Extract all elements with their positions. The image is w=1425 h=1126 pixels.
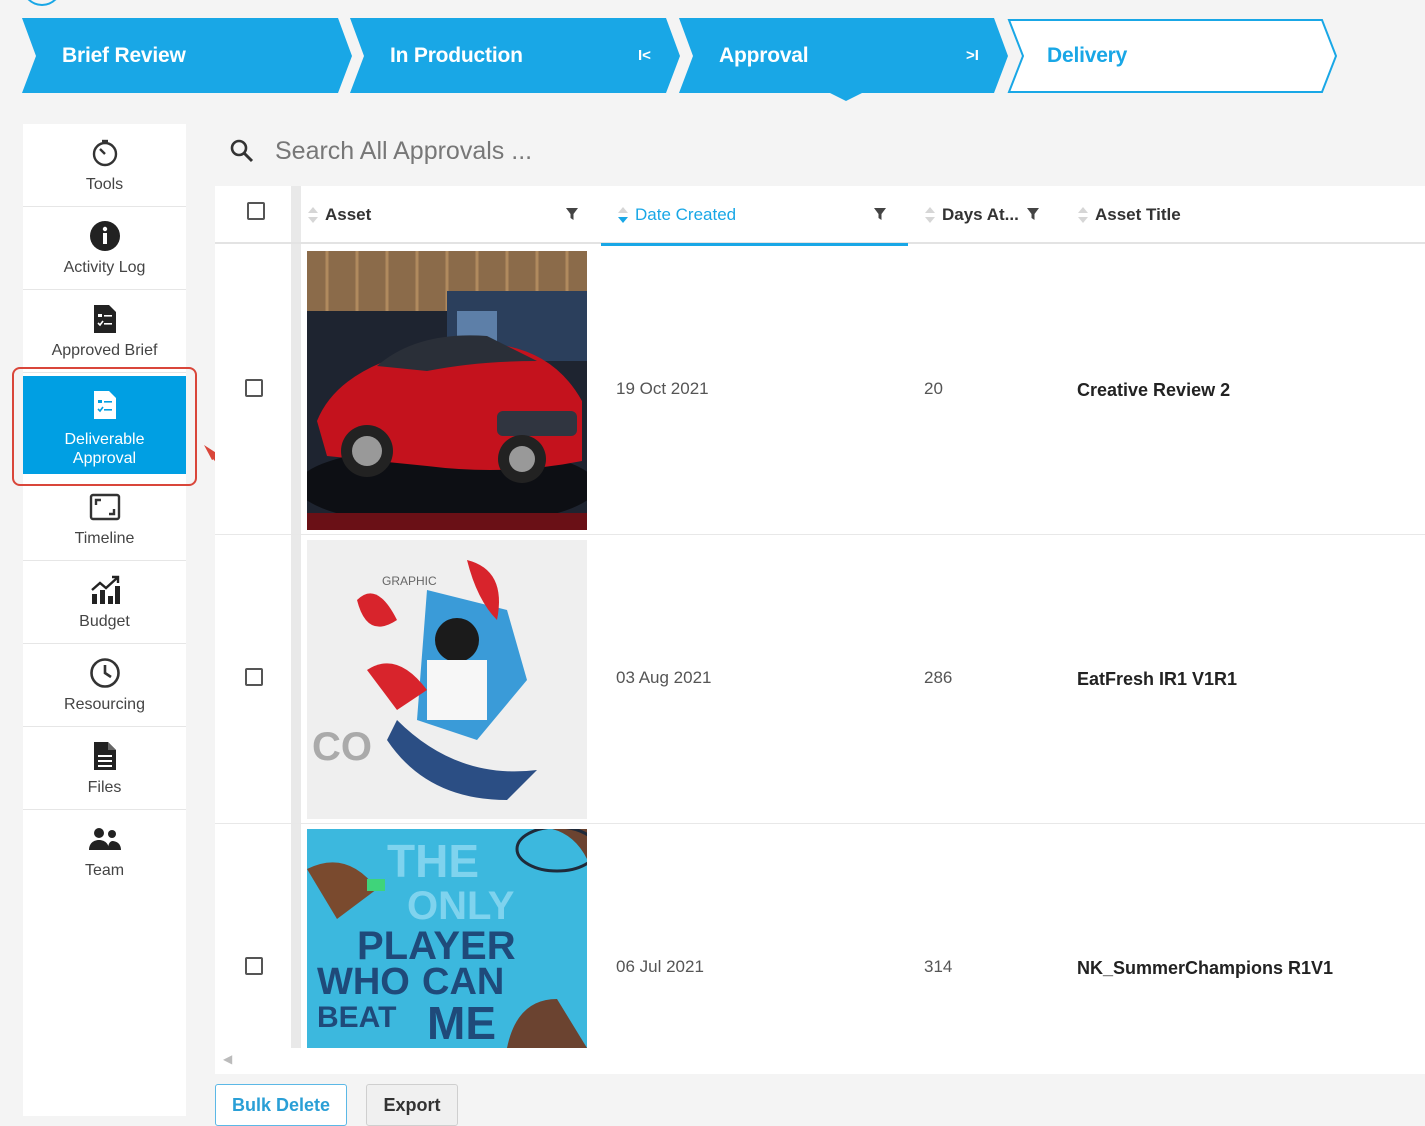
asset-thumbnail[interactable]: THE ONLY PLAYER WHO CAN BEAT ME [307,829,587,1048]
svg-text:WHO: WHO [317,961,410,1003]
table-row[interactable]: 19 Oct 2021 20 Creative Review 2 [215,246,1425,535]
file-icon [23,739,186,773]
frame-icon [23,490,186,524]
search-input[interactable] [275,134,775,168]
sort-icon [308,207,318,223]
sidebar-item-label: Budget [79,613,130,630]
column-days-at[interactable]: Days At... [924,186,1019,244]
filter-icon[interactable] [873,206,887,222]
sidebar-item-team[interactable]: Team [23,810,186,893]
asset-title-cell[interactable]: EatFresh IR1 V1R1 [1077,669,1237,690]
sidebar-item-label: Approved Brief [51,342,158,359]
days-at-cell: 286 [924,668,953,687]
export-button[interactable]: Export [366,1084,458,1126]
sidebar-item-label: Resourcing [64,696,145,713]
stage-in-production[interactable]: In Production [390,44,523,68]
select-all-checkbox[interactable] [247,202,265,220]
column-label: Days At... [942,205,1019,224]
sidebar-item-timeline[interactable]: Timeline [23,478,186,561]
red-car-photo [307,251,587,530]
graphic-poster: GRAPHIC CO [307,540,587,819]
sidebar-item-resourcing[interactable]: Resourcing [23,644,186,727]
stage-arrows [22,18,1338,101]
sidebar-item-label: Tools [85,176,124,193]
sort-desc-icon [618,207,628,223]
svg-text:GRAPHIC: GRAPHIC [382,574,437,588]
table-row[interactable]: GRAPHIC CO 03 Aug 2021 286 EatFresh IR1 … [215,535,1425,824]
sidebar-item-label: Timeline [74,530,135,547]
column-asset-title[interactable]: Asset Title [1077,186,1181,244]
stage-approval[interactable]: Approval [719,44,809,68]
column-label: Date Created [635,205,737,224]
sidebar-item-activity-log[interactable]: Activity Log [23,207,186,290]
checklist-document-icon [23,302,186,336]
bulk-delete-button[interactable]: Bulk Delete [215,1084,347,1126]
sidebar-item-label: Activity Log [63,259,146,276]
sidebar-item-approved-brief[interactable]: Approved Brief [23,290,186,373]
search-bar [225,132,825,172]
date-created-cell: 19 Oct 2021 [616,379,709,398]
sort-icon [1078,207,1088,223]
column-date-created[interactable]: Date Created [601,186,908,246]
timer-icon [23,136,186,170]
tennis-poster: THE ONLY PLAYER WHO CAN BEAT ME [307,829,587,1048]
bar-chart-icon [23,573,186,607]
annotation-highlight-box [12,367,197,486]
search-icon[interactable] [229,138,255,169]
filter-icon[interactable] [1026,206,1040,222]
svg-text:CO: CO [312,725,372,769]
sidebar-item-files[interactable]: Files [23,727,186,810]
asset-title-cell[interactable]: NK_SummerChampions R1V1 [1077,958,1333,979]
table-row[interactable]: THE ONLY PLAYER WHO CAN BEAT ME 06 Jul 2… [215,824,1425,1052]
row-checkbox[interactable] [245,957,263,975]
svg-text:THE: THE [387,835,479,887]
asset-thumbnail[interactable]: GRAPHIC CO [307,540,587,819]
people-icon [23,822,186,856]
row-checkbox[interactable] [245,668,263,686]
date-created-cell: 03 Aug 2021 [616,668,712,687]
row-checkbox[interactable] [245,379,263,397]
asset-title-cell[interactable]: Creative Review 2 [1077,380,1230,401]
filter-icon[interactable] [565,206,579,222]
asset-thumbnail[interactable] [307,251,587,530]
approvals-table: Asset Date Created Days At... Asset Titl… [215,186,1425,1074]
column-label: Asset Title [1095,205,1181,224]
sidebar-item-label: Files [87,779,122,796]
svg-text:BEAT: BEAT [317,1001,396,1034]
info-icon [23,219,186,253]
stage-delivery[interactable]: Delivery [1047,44,1127,68]
table-header: Asset Date Created Days At... Asset Titl… [215,186,1425,246]
svg-text:ONLY: ONLY [407,884,515,928]
sidebar: Tools Activity Log Approved Brief Delive… [23,124,186,1116]
clock-icon [23,656,186,690]
days-at-cell: 314 [924,957,953,976]
svg-text:ME: ME [427,997,496,1048]
sort-icon [925,207,935,223]
sidebar-item-tools[interactable]: Tools [23,124,186,207]
skip-back-icon[interactable]: I< [638,47,651,64]
workflow-stages: Brief Review In Production I< Approval >… [0,0,1425,110]
skip-forward-icon[interactable]: >I [966,47,979,64]
date-created-cell: 06 Jul 2021 [616,957,704,976]
column-label: Asset [325,205,372,224]
days-at-cell: 20 [924,379,943,398]
stage-brief-review[interactable]: Brief Review [62,44,186,68]
column-asset[interactable]: Asset [307,186,371,244]
sidebar-item-budget[interactable]: Budget [23,561,186,644]
sidebar-item-label: Team [84,862,125,879]
scroll-left-icon[interactable]: ◀ [223,1052,232,1066]
